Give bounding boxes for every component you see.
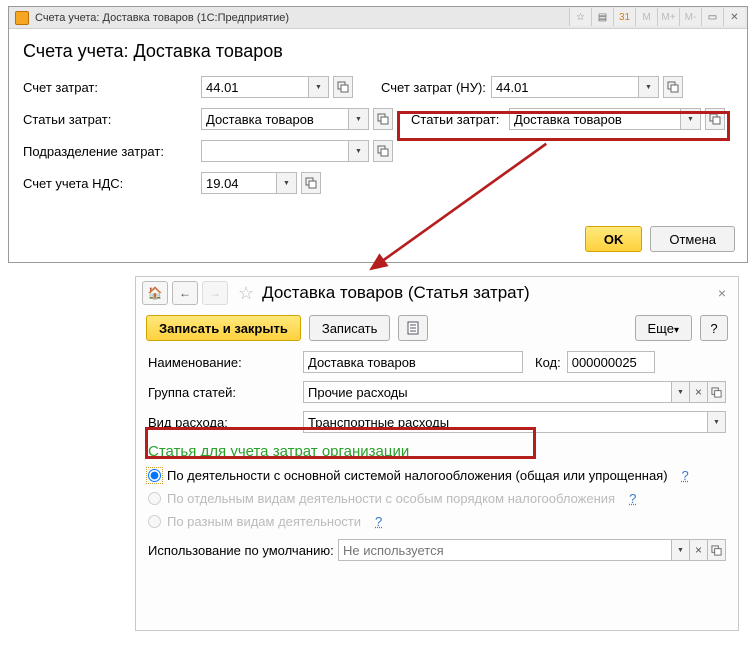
- close-icon[interactable]: ×: [712, 285, 732, 301]
- write-close-button[interactable]: Записать и закрыть: [146, 315, 301, 341]
- field-schet-zatrat-nu: [491, 76, 683, 98]
- home-icon[interactable]: 🏠: [142, 281, 168, 305]
- input-stati-zatrat[interactable]: [201, 108, 349, 130]
- window2-title: Доставка товаров (Статья затрат): [262, 283, 530, 303]
- dropdown-icon[interactable]: [349, 140, 369, 162]
- label-vid: Вид расхода:: [148, 415, 303, 430]
- radio-input: [148, 492, 161, 505]
- radio-mixed: По разным видам деятельности ?: [148, 514, 726, 529]
- help-link[interactable]: ?: [682, 468, 689, 483]
- field-schet-nds: [201, 172, 321, 194]
- m-button[interactable]: M: [635, 8, 657, 26]
- action-bar: Записать и закрыть Записать Еще ?: [136, 309, 738, 347]
- input-schet-nds[interactable]: [201, 172, 277, 194]
- window-title-bar: Счета учета: Доставка товаров (1С:Предпр…: [9, 7, 747, 29]
- open-icon[interactable]: [708, 539, 726, 561]
- open-icon[interactable]: [705, 108, 725, 130]
- radio-main-tax[interactable]: По деятельности с основной системой нало…: [148, 468, 726, 483]
- minimize-icon[interactable]: ▭: [701, 8, 723, 26]
- ok-button[interactable]: OK: [585, 226, 643, 252]
- field-podrazdelenie: [201, 140, 393, 162]
- label-group: Группа статей:: [148, 385, 303, 400]
- open-icon[interactable]: [708, 381, 726, 403]
- titlebar-controls: ☆ ▤ 31 M M+ M- ▭ ✕: [569, 8, 745, 26]
- dropdown-icon[interactable]: [639, 76, 659, 98]
- label-stati-zatrat-2: Статьи затрат:: [411, 112, 509, 127]
- label-schet-nds: Счет учета НДС:: [23, 176, 201, 191]
- radio-label: По деятельности с основной системой нало…: [167, 468, 668, 483]
- star-icon[interactable]: ☆: [238, 283, 254, 304]
- window-title-text: Счета учета: Доставка товаров (1С:Предпр…: [35, 12, 289, 24]
- close-icon[interactable]: ✕: [723, 8, 745, 26]
- radio-label: По отдельным видам деятельности с особым…: [167, 491, 615, 506]
- help-link[interactable]: ?: [629, 491, 636, 506]
- input-group[interactable]: [303, 381, 672, 403]
- dropdown-icon[interactable]: [708, 411, 726, 433]
- clear-icon[interactable]: [690, 539, 708, 561]
- report-icon[interactable]: [398, 315, 428, 341]
- input-stati-zatrat-2[interactable]: [509, 108, 681, 130]
- help-link[interactable]: ?: [375, 514, 382, 529]
- label-name: Наименование:: [148, 355, 303, 370]
- radio-special-tax: По отдельным видам деятельности с особым…: [148, 491, 726, 506]
- label-podrazdelenie: Подразделение затрат:: [23, 144, 201, 159]
- label-stati-zatrat: Статьи затрат:: [23, 112, 201, 127]
- section-header: Статья для учета затрат организации: [148, 443, 726, 460]
- calc-icon[interactable]: ▤: [591, 8, 613, 26]
- open-icon[interactable]: [301, 172, 321, 194]
- label-schet-zatrat-nu: Счет затрат (НУ):: [381, 80, 491, 95]
- label-use-default: Использование по умолчанию:: [148, 543, 338, 558]
- favorite-icon[interactable]: ☆: [569, 8, 591, 26]
- calendar-icon[interactable]: 31: [613, 8, 635, 26]
- input-vid[interactable]: [303, 411, 708, 433]
- window2-body: Наименование: Код: Группа статей: Вид ра…: [136, 347, 738, 573]
- label-code: Код:: [535, 355, 561, 370]
- dropdown-icon[interactable]: [277, 172, 297, 194]
- field-schet-zatrat: [201, 76, 353, 98]
- open-icon[interactable]: [333, 76, 353, 98]
- more-button[interactable]: Еще: [635, 315, 692, 341]
- radio-input: [148, 515, 161, 528]
- open-icon[interactable]: [663, 76, 683, 98]
- forward-icon[interactable]: →: [202, 281, 228, 305]
- open-icon[interactable]: [373, 140, 393, 162]
- input-schet-zatrat-nu[interactable]: [491, 76, 639, 98]
- dropdown-icon[interactable]: [672, 539, 690, 561]
- label-schet-zatrat: Счет затрат:: [23, 80, 201, 95]
- dropdown-icon[interactable]: [309, 76, 329, 98]
- cancel-button[interactable]: Отмена: [650, 226, 735, 252]
- radio-label: По разным видам деятельности: [167, 514, 361, 529]
- write-button[interactable]: Записать: [309, 315, 391, 341]
- input-use-default[interactable]: [338, 539, 672, 561]
- m-plus-button[interactable]: M+: [657, 8, 679, 26]
- field-stati-zatrat-2: [509, 108, 725, 130]
- window-accounts: Счета учета: Доставка товаров (1С:Предпр…: [8, 6, 748, 263]
- input-name[interactable]: [303, 351, 523, 373]
- clear-icon[interactable]: [690, 381, 708, 403]
- dropdown-icon[interactable]: [349, 108, 369, 130]
- field-stati-zatrat: [201, 108, 393, 130]
- input-code[interactable]: [567, 351, 655, 373]
- back-icon[interactable]: ←: [172, 281, 198, 305]
- window-body: Счета учета: Доставка товаров Счет затра…: [9, 29, 747, 212]
- dropdown-icon[interactable]: [681, 108, 701, 130]
- window-article: 🏠 ← → ☆ Доставка товаров (Статья затрат)…: [135, 276, 739, 631]
- page-header: Счета учета: Доставка товаров: [23, 41, 733, 62]
- help-button[interactable]: ?: [700, 315, 728, 341]
- input-schet-zatrat[interactable]: [201, 76, 309, 98]
- open-icon[interactable]: [373, 108, 393, 130]
- input-podrazdelenie[interactable]: [201, 140, 349, 162]
- app-icon: [15, 11, 29, 25]
- m-minus-button[interactable]: M-: [679, 8, 701, 26]
- toolbar: 🏠 ← → ☆ Доставка товаров (Статья затрат)…: [136, 277, 738, 309]
- radio-input[interactable]: [148, 469, 161, 482]
- dropdown-icon[interactable]: [672, 381, 690, 403]
